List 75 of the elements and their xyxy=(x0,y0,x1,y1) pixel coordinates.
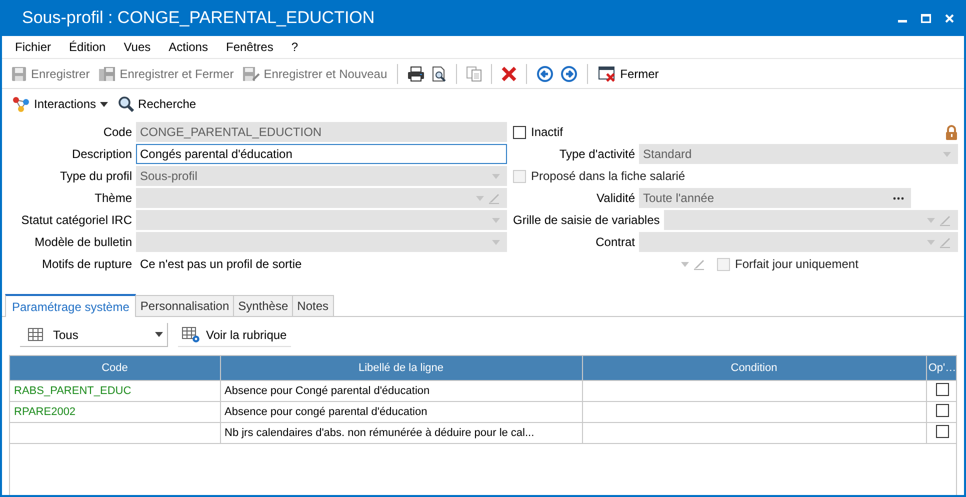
column-header: Code xyxy=(10,356,220,380)
maximize-icon[interactable] xyxy=(921,14,931,22)
caret-icon xyxy=(492,174,500,178)
menu-item[interactable]: Édition xyxy=(60,40,115,54)
column-header: Libellé de la ligne xyxy=(220,356,582,380)
menu-item[interactable]: ? xyxy=(282,40,308,54)
toolbar-button[interactable]: Fermer xyxy=(595,64,662,84)
caret-icon xyxy=(492,240,500,244)
table-cell: Nb jrs calendaires d'abs. non rémunérée à déduire pour le cal... xyxy=(220,422,582,444)
menu-item[interactable]: Actions xyxy=(160,40,217,54)
field-label: Statut catégoriel IRC xyxy=(20,213,133,227)
floppy-stack-icon xyxy=(98,66,116,82)
input-field[interactable]: Congés parental d'éducation xyxy=(136,144,507,164)
window-title: Sous-profil : CONGE_PARENTAL_EDUCTION xyxy=(22,8,376,28)
caret-icon xyxy=(155,332,163,337)
table-cell: RABS_PARENT_EDUC xyxy=(10,380,220,402)
menu-item[interactable]: Vues xyxy=(114,40,160,54)
network-icon xyxy=(12,96,30,112)
window-close-icon xyxy=(598,66,616,82)
table-gear-icon xyxy=(182,326,200,342)
floppy-pencil-icon xyxy=(242,66,260,82)
field-label: Type du profil xyxy=(58,169,133,183)
field-label: Grille de saisie de variables xyxy=(513,213,661,227)
caret-icon xyxy=(943,152,951,156)
pencil-icon xyxy=(693,258,705,270)
pencil-icon xyxy=(939,214,951,226)
floppy-icon xyxy=(11,66,27,82)
caret-icon xyxy=(927,240,935,244)
printer-icon[interactable] xyxy=(407,66,426,82)
filter-dropdown[interactable]: Tous xyxy=(20,323,168,347)
caret-icon xyxy=(927,218,935,222)
field-label: Thème xyxy=(94,191,133,205)
checkbox[interactable] xyxy=(936,425,949,438)
delete-icon[interactable] xyxy=(501,66,518,82)
page-magnifier-icon[interactable] xyxy=(431,66,448,82)
menu-item[interactable]: Fichier xyxy=(6,40,60,54)
checkbox-label: Forfait jour uniquement xyxy=(735,257,858,271)
caret-icon xyxy=(492,218,500,222)
column-header: Op'… xyxy=(926,356,956,380)
field-label: Validité xyxy=(596,191,636,205)
checkbox-label: Proposé dans la fiche salarié xyxy=(531,169,686,183)
table-cell: Absence pour congé parental d'éducation xyxy=(220,402,582,422)
checkbox[interactable] xyxy=(513,126,526,138)
forward-arrow-icon[interactable] xyxy=(560,64,578,82)
field-label: Type d'activité xyxy=(558,147,636,161)
tab[interactable]: Paramétrage système xyxy=(5,294,136,317)
back-arrow-icon[interactable] xyxy=(536,64,554,82)
checkbox-label: Inactif xyxy=(531,125,564,139)
checkbox[interactable] xyxy=(936,383,949,396)
column-header: Condition xyxy=(582,356,926,380)
tab[interactable]: Synthèse xyxy=(233,295,294,316)
checkbox[interactable] xyxy=(936,404,949,417)
field-value: Ce n'est pas un profil de sortie xyxy=(139,257,302,271)
pencil-icon xyxy=(939,236,951,248)
field-label: Contrat xyxy=(594,235,636,249)
caret-icon xyxy=(681,262,689,266)
search-icon xyxy=(118,96,134,112)
search-button[interactable]: Recherche xyxy=(116,96,198,112)
close-icon[interactable] xyxy=(945,14,954,22)
copy-icon[interactable] xyxy=(466,66,482,82)
view-button[interactable]: Voir la rubrique xyxy=(178,323,291,347)
tab[interactable]: Personnalisation xyxy=(135,295,234,316)
field-label: Code xyxy=(102,125,133,139)
field-label: Modèle de bulletin xyxy=(34,235,133,249)
menu-item[interactable]: Fenêtres xyxy=(216,40,282,54)
table-cell: RPARE2002 xyxy=(10,402,220,422)
menu-button[interactable]: Interactions xyxy=(10,96,110,112)
tab[interactable]: Notes xyxy=(292,295,334,316)
caret-icon xyxy=(100,102,108,106)
table-cell: Absence pour Congé parental d'éducation xyxy=(220,380,582,402)
table-icon xyxy=(28,328,43,341)
caret-icon xyxy=(476,196,484,200)
field-label: Motifs de rupture xyxy=(40,257,133,271)
field-label: Description xyxy=(70,147,133,161)
pencil-icon xyxy=(488,192,500,204)
